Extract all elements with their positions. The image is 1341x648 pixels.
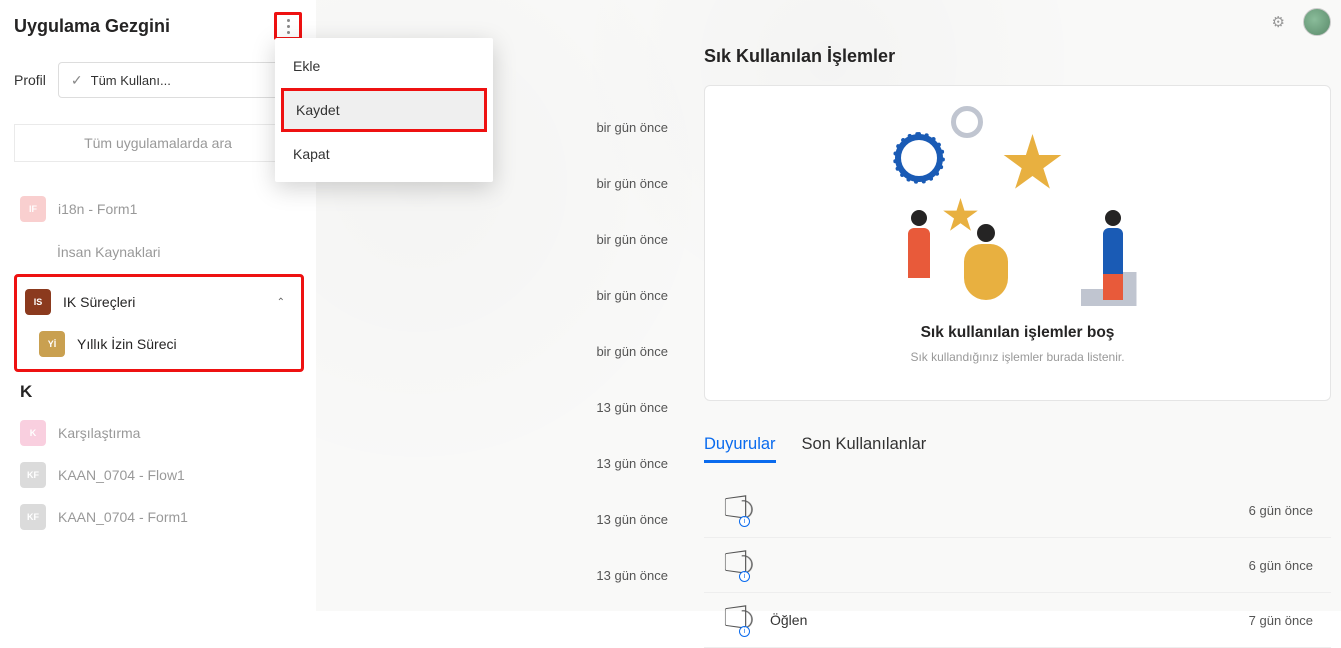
announcement-time: 6 gün önce xyxy=(1249,503,1313,518)
sidebar-item-insan[interactable]: İnsan Kaynaklari xyxy=(14,230,316,274)
announcement-item[interactable]: i 6 gün önce xyxy=(704,538,1331,593)
dropdown-add[interactable]: Ekle xyxy=(275,44,493,88)
app-badge: IF xyxy=(20,196,46,222)
check-icon: ✓ xyxy=(71,72,83,89)
tab-recently-used[interactable]: Son Kullanılanlar xyxy=(802,435,927,463)
app-label: Karşılaştırma xyxy=(58,425,302,441)
tab-announcements[interactable]: Duyurular xyxy=(704,435,776,463)
favorites-title: Sık Kullanılan İşlemler xyxy=(704,46,1331,67)
favorites-empty-title: Sık kullanılan işlemler boş xyxy=(921,324,1115,342)
sidebar-item-kaan-form[interactable]: KF KAAN_0704 - Form1 xyxy=(14,496,316,538)
app-label: IK Süreçleri xyxy=(63,294,265,310)
profile-label: Profil xyxy=(14,72,46,88)
app-label: Yıllık İzin Süreci xyxy=(77,336,285,352)
section-letter-k: K xyxy=(14,372,316,412)
favorites-card: Sık kullanılan işlemler boş Sık kullandı… xyxy=(704,85,1331,401)
announcement-time: 6 gün önce xyxy=(1249,558,1313,573)
app-badge: IS xyxy=(25,289,51,315)
announcement-item[interactable]: i Öğlen 7 gün önce xyxy=(704,593,1331,648)
profile-select[interactable]: ✓ Tüm Kullanı... ⌄ xyxy=(58,62,302,98)
sidebar-title: Uygulama Gezgini xyxy=(14,16,170,37)
app-label: KAAN_0704 - Form1 xyxy=(58,509,302,525)
app-label: i18n - Form1 xyxy=(58,201,302,217)
sidebar-item-kars[interactable]: K Karşılaştırma xyxy=(14,412,316,454)
more-dropdown: Ekle Kaydet Kapat xyxy=(275,38,493,182)
search-input[interactable]: Tüm uygulamalarda ara ⌕ xyxy=(14,124,302,162)
announcement-label: Öğlen xyxy=(754,612,1249,628)
favorites-empty-subtitle: Sık kullandığınız işlemler burada listen… xyxy=(910,350,1124,364)
chevron-up-icon: ⌃ xyxy=(277,297,285,308)
profile-selected-text: Tüm Kullanı... xyxy=(91,73,273,88)
more-button[interactable] xyxy=(274,12,302,40)
app-badge: KF xyxy=(20,462,46,488)
dropdown-close[interactable]: Kapat xyxy=(275,132,493,176)
announcements-list: i 6 gün önce i 6 gün önce i Öğlen 7 gün … xyxy=(704,483,1331,648)
announcement-item[interactable]: i 6 gün önce xyxy=(704,483,1331,538)
avatar[interactable] xyxy=(1303,8,1331,36)
sidebar-item-i18n[interactable]: IF i18n - Form1 xyxy=(14,188,316,230)
app-label: KAAN_0704 - Flow1 xyxy=(58,467,302,483)
search-placeholder: Tüm uygulamalarda ara xyxy=(84,135,232,151)
tabs: Duyurular Son Kullanılanlar xyxy=(704,435,1331,463)
dropdown-save[interactable]: Kaydet xyxy=(281,88,487,132)
sidebar-item-kaan-flow[interactable]: KF KAAN_0704 - Flow1 xyxy=(14,454,316,496)
megaphone-icon: i xyxy=(722,497,754,523)
app-badge: K xyxy=(20,420,46,446)
gear-icon[interactable]: ⚙ xyxy=(1272,13,1285,31)
highlighted-group: IS IK Süreçleri ⌃ Yİ Yıllık İzin Süreci xyxy=(14,274,304,372)
app-badge: Yİ xyxy=(39,331,65,357)
empty-illustration xyxy=(903,106,1133,306)
app-badge: KF xyxy=(20,504,46,530)
sidebar-item-yillik[interactable]: Yİ Yıllık İzin Süreci xyxy=(19,323,299,365)
announcement-time: 7 gün önce xyxy=(1249,613,1313,628)
megaphone-icon: i xyxy=(722,552,754,578)
sidebar: Uygulama Gezgini Profil ✓ Tüm Kullanı...… xyxy=(0,0,316,611)
sidebar-item-ik[interactable]: IS IK Süreçleri ⌃ xyxy=(19,281,299,323)
